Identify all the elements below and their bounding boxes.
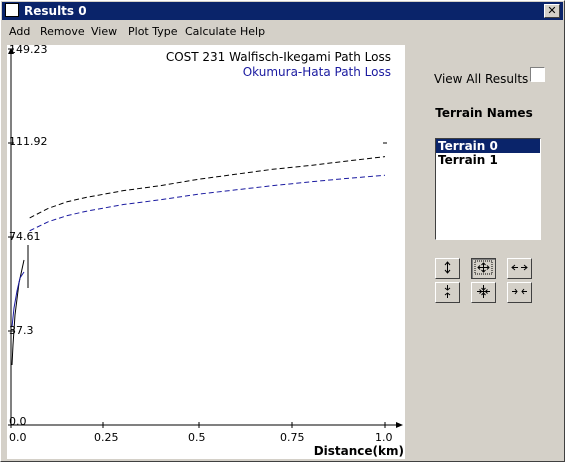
x-tick-label: 0.0 [9, 431, 27, 444]
y-tick-label: 149.23 [9, 43, 48, 56]
series-blue-near-field [11, 271, 25, 328]
expand-all-icon [474, 260, 493, 275]
menu-help[interactable]: Help [240, 25, 265, 38]
x-tick-label: 0.25 [94, 431, 119, 444]
menu-bar: Add Remove View Plot Type Calculate Help [2, 21, 563, 41]
compress-vertical-icon [444, 285, 451, 298]
series-line-okumura-hata [29, 174, 386, 232]
results-window: Results 0 ✕ Add Remove View Plot Type Ca… [0, 0, 565, 462]
expand-horizontal-icon [511, 264, 528, 271]
app-icon [5, 3, 19, 17]
expand-vertical-button[interactable] [435, 258, 460, 279]
window-title: Results 0 [24, 4, 87, 18]
series-line-cost231 [29, 156, 386, 219]
menu-plot-type[interactable]: Plot Type [128, 25, 178, 38]
menu-remove[interactable]: Remove [40, 25, 85, 38]
compress-horizontal-button[interactable] [507, 282, 532, 303]
y-tick-label: 74.61 [9, 230, 41, 243]
compress-horizontal-icon [512, 288, 527, 295]
menu-add[interactable]: Add [9, 25, 30, 38]
fit-all-button[interactable] [471, 258, 496, 279]
path-loss-chart [8, 48, 403, 428]
title-bar[interactable]: Results 0 ✕ [2, 2, 563, 20]
x-tick-label: 0.5 [188, 431, 206, 444]
view-all-results-checkbox[interactable] [530, 67, 545, 82]
terrain-list[interactable]: Terrain 0 Terrain 1 [435, 138, 541, 240]
side-panel: View All Results Terrain Names Terrain 0… [405, 45, 563, 459]
compress-all-icon [477, 285, 490, 298]
compress-vertical-button[interactable] [435, 282, 460, 303]
terrain-list-item[interactable]: Terrain 1 [436, 153, 540, 167]
chart-legend: COST 231 Walfisch-Ikegami Path Loss Okum… [166, 50, 391, 80]
view-all-results-label: View All Results [434, 72, 529, 86]
expand-horizontal-button[interactable] [507, 258, 532, 279]
y-tick-label: 111.92 [9, 135, 48, 148]
legend-cost231: COST 231 Walfisch-Ikegami Path Loss [165, 50, 391, 64]
terrain-names-heading: Terrain Names [435, 106, 533, 120]
y-tick-label: 0.0 [9, 415, 27, 428]
x-tick-label: 0.75 [280, 431, 305, 444]
close-button[interactable]: ✕ [544, 4, 560, 18]
menu-calculate[interactable]: Calculate [185, 25, 236, 38]
menu-view[interactable]: View [91, 25, 117, 38]
x-tick-label: 1.0 [375, 431, 393, 444]
expand-vertical-icon [444, 261, 451, 274]
plot-area[interactable]: COST 231 Walfisch-Ikegami Path Loss Okum… [7, 43, 405, 459]
x-axis-label: Distance(km) [313, 444, 404, 458]
x-axis-arrow [396, 422, 403, 428]
terrain-list-item[interactable]: Terrain 0 [436, 139, 540, 153]
legend-okumura-hata: Okumura-Hata Path Loss [242, 65, 391, 79]
y-tick-label: 37.3 [9, 324, 34, 337]
compress-all-button[interactable] [471, 282, 496, 303]
